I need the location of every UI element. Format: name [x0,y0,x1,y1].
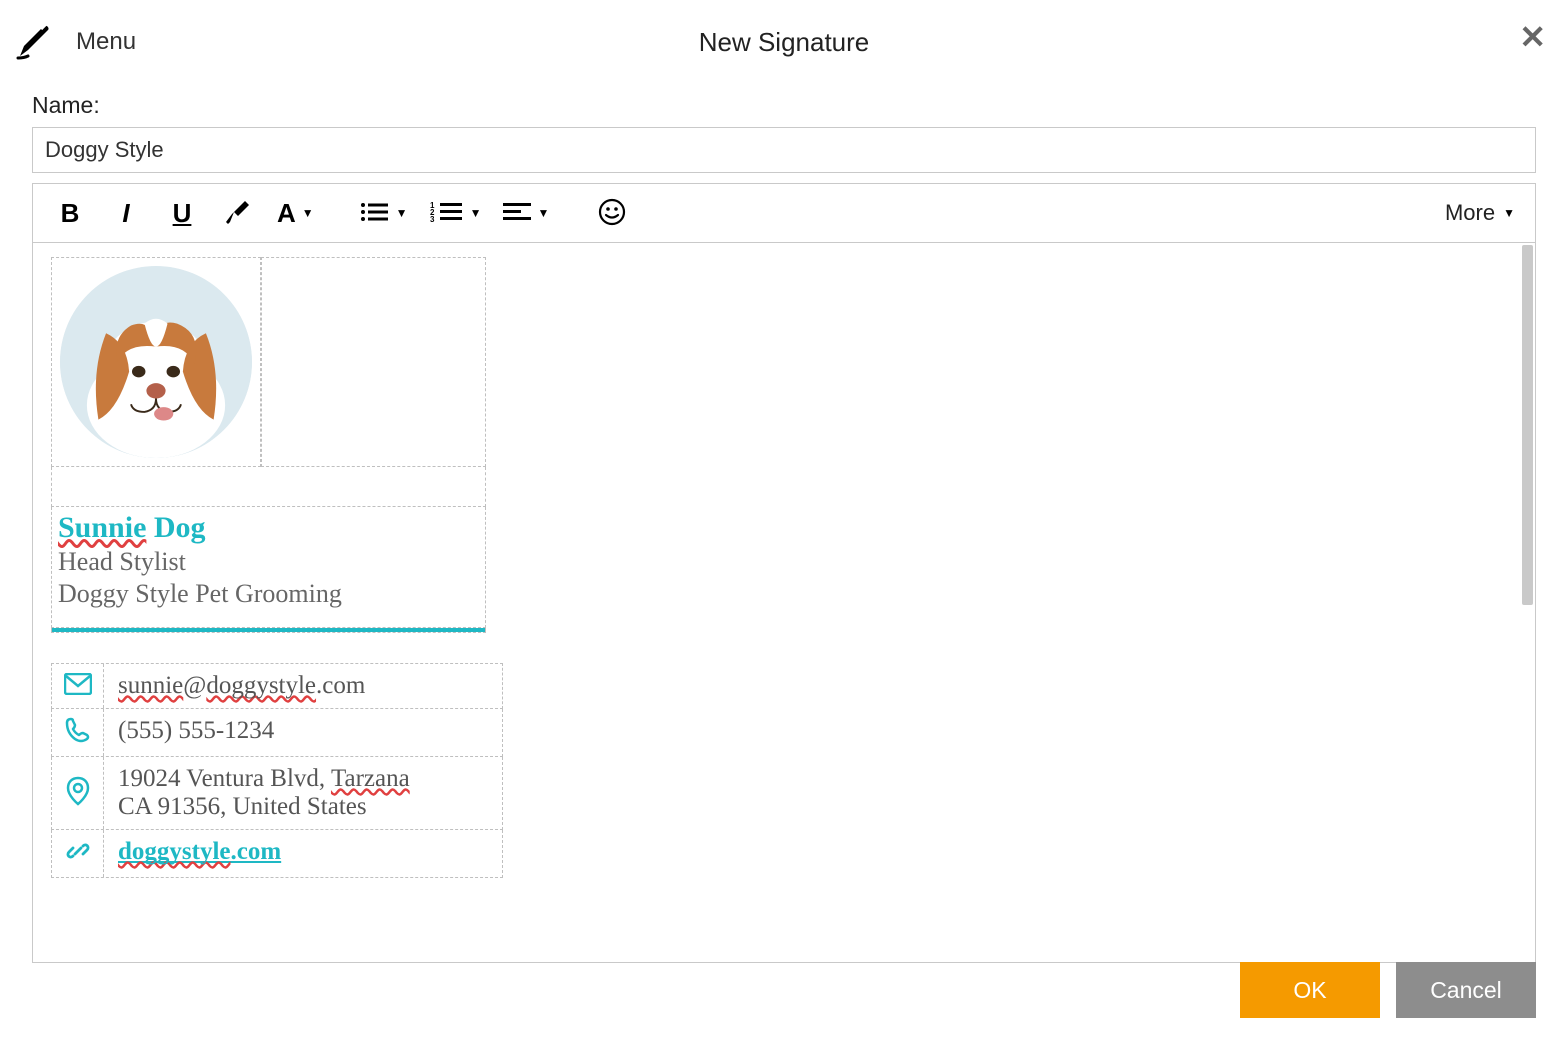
phone-icon-cell[interactable] [52,709,104,756]
signature-role: Head Stylist [58,547,479,577]
dialog-header: Menu New Signature ✕ [0,0,1568,74]
website-icon-cell[interactable] [52,830,104,877]
pen-icon [12,20,56,64]
name-input[interactable] [32,127,1536,173]
link-icon [65,838,91,869]
more-button[interactable]: More ▼ [1439,200,1521,226]
font-color-icon: A [277,198,296,229]
spacer-cell[interactable] [51,467,486,507]
font-color-button[interactable]: A ▼ [271,190,320,236]
chevron-down-icon: ▼ [1503,206,1515,220]
editor-area[interactable]: Sunnie Dog Head Stylist Doggy Style Pet … [32,243,1536,963]
emoji-button[interactable] [589,190,635,236]
divider-line [52,628,485,632]
paintbrush-icon [224,198,252,229]
signature-company: Doggy Style Pet Grooming [58,579,479,609]
divider-cell[interactable] [51,628,486,633]
bullet-list-button[interactable]: ▼ [354,190,414,236]
address-text[interactable]: 19024 Ventura Blvd, Tarzana CA 91356, Un… [104,757,502,829]
name-block-cell[interactable]: Sunnie Dog Head Stylist Doggy Style Pet … [51,507,486,628]
chevron-down-icon: ▼ [470,206,482,220]
email-icon-cell[interactable] [52,664,104,708]
avatar-cell[interactable] [51,257,261,467]
contact-table[interactable]: sunnie@doggystyle.com (555) 555-1234 [51,663,503,878]
name-label: Name: [32,92,1536,119]
location-icon-cell[interactable] [52,757,104,829]
editor-toolbar: B I U A ▼ [32,183,1536,243]
email-text[interactable]: sunnie@doggystyle.com [104,664,502,708]
chevron-down-icon: ▼ [396,206,408,220]
menu-button[interactable]: Menu [76,28,136,56]
numbered-list-icon: 1 2 3 [430,201,464,226]
bullet-list-icon [360,201,390,226]
numbered-list-button[interactable]: 1 2 3 ▼ [424,190,488,236]
bold-button[interactable]: B [47,190,93,236]
italic-button[interactable]: I [103,190,149,236]
chevron-down-icon: ▼ [537,206,549,220]
close-icon: ✕ [1519,19,1546,55]
phone-icon [65,717,91,748]
underline-icon: U [173,198,192,229]
signature-name: Sunnie Dog [58,511,206,545]
empty-cell[interactable] [261,257,486,467]
svg-text:3: 3 [430,215,435,223]
bold-icon: B [61,198,80,229]
dialog-title: New Signature [699,27,870,58]
scrollbar-thumb[interactable] [1522,245,1533,605]
underline-button[interactable]: U [159,190,205,236]
avatar-image [60,266,252,458]
cancel-button[interactable]: Cancel [1396,962,1536,1018]
map-pin-icon [66,776,90,811]
website-text[interactable]: doggystyle.com [104,830,502,877]
align-icon [503,201,531,226]
envelope-icon [64,673,92,700]
ok-button[interactable]: OK [1240,962,1380,1018]
italic-icon: I [122,198,129,229]
alignment-button[interactable]: ▼ [497,190,555,236]
signature-content[interactable]: Sunnie Dog Head Stylist Doggy Style Pet … [33,243,1535,892]
format-painter-button[interactable] [215,190,261,236]
close-button[interactable]: ✕ [1519,18,1546,56]
more-label: More [1445,200,1495,226]
chevron-down-icon: ▼ [302,206,314,220]
phone-text[interactable]: (555) 555-1234 [104,709,502,756]
dialog-footer: OK Cancel [1240,962,1536,1018]
smiley-icon [598,198,626,229]
